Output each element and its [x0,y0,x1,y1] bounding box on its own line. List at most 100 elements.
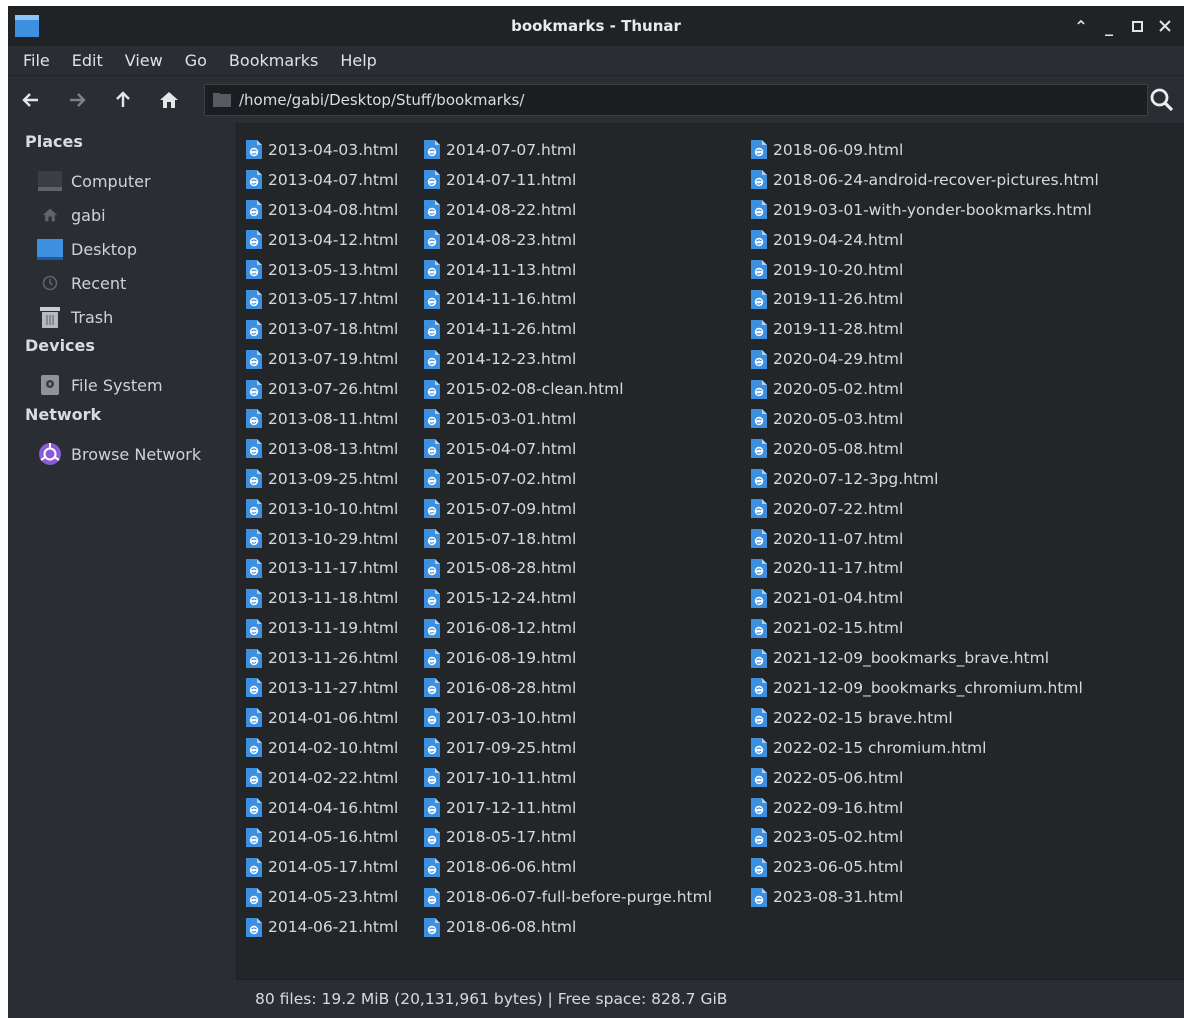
file-item[interactable]: 2013-10-10.html [246,494,398,524]
file-item[interactable]: 2018-05-17.html [424,822,712,852]
file-item[interactable]: 2022-05-06.html [751,763,1099,793]
file-item[interactable]: 2021-12-09_bookmarks_chromium.html [751,673,1099,703]
file-item[interactable]: 2015-04-07.html [424,434,712,464]
file-item[interactable]: 2013-04-08.html [246,195,398,225]
file-item[interactable]: 2019-10-20.html [751,255,1099,285]
file-item[interactable]: 2014-11-16.html [424,284,712,314]
sidebar-item-computer[interactable]: Computer [36,166,226,196]
file-item[interactable]: 2020-04-29.html [751,344,1099,374]
file-item[interactable]: 2021-01-04.html [751,583,1099,613]
file-item[interactable]: 2013-07-26.html [246,374,398,404]
file-item[interactable]: 2020-07-12-3pg.html [751,464,1099,494]
back-button[interactable] [8,80,54,120]
close-button[interactable] [1152,13,1178,39]
file-item[interactable]: 2013-05-13.html [246,255,398,285]
up-button[interactable] [100,80,146,120]
file-item[interactable]: 2018-06-08.html [424,912,712,942]
file-item[interactable]: 2020-07-22.html [751,494,1099,524]
file-item[interactable]: 2014-01-06.html [246,703,398,733]
file-item[interactable]: 2016-08-19.html [424,643,712,673]
file-item[interactable]: 2014-06-21.html [246,912,398,942]
file-item[interactable]: 2014-11-13.html [424,255,712,285]
file-item[interactable]: 2015-07-02.html [424,464,712,494]
file-item[interactable]: 2020-05-03.html [751,404,1099,434]
file-item[interactable]: 2020-11-17.html [751,553,1099,583]
file-item[interactable]: 2019-11-26.html [751,284,1099,314]
shade-button[interactable]: ⌃ [1068,13,1094,39]
file-item[interactable]: 2013-08-13.html [246,434,398,464]
file-item[interactable]: 2014-08-23.html [424,225,712,255]
sidebar-item-gabi[interactable]: gabi [36,200,226,230]
file-item[interactable]: 2014-05-23.html [246,882,398,912]
file-item[interactable]: 2018-06-07-full-before-purge.html [424,882,712,912]
file-item[interactable]: 2017-09-25.html [424,733,712,763]
file-item[interactable]: 2017-10-11.html [424,763,712,793]
file-item[interactable]: 2013-04-07.html [246,165,398,195]
file-item[interactable]: 2015-07-18.html [424,524,712,554]
file-item[interactable]: 2014-05-17.html [246,852,398,882]
file-item[interactable]: 2014-02-10.html [246,733,398,763]
sidebar-item-recent[interactable]: Recent [36,268,226,298]
location-bar[interactable]: /home/gabi/Desktop/Stuff/bookmarks/ [204,84,1148,116]
minimize-button[interactable]: _ [1096,13,1122,39]
file-item[interactable]: 2015-07-09.html [424,494,712,524]
file-item[interactable]: 2017-12-11.html [424,793,712,823]
maximize-button[interactable] [1124,13,1150,39]
file-item[interactable]: 2013-07-19.html [246,344,398,374]
file-item[interactable]: 2021-12-09_bookmarks_brave.html [751,643,1099,673]
file-item[interactable]: 2014-08-22.html [424,195,712,225]
file-item[interactable]: 2013-11-27.html [246,673,398,703]
file-item[interactable]: 2013-11-18.html [246,583,398,613]
file-item[interactable]: 2018-06-09.html [751,135,1099,165]
file-item[interactable]: 2018-06-24-android-recover-pictures.html [751,165,1099,195]
file-item[interactable]: 2019-04-24.html [751,225,1099,255]
file-item[interactable]: 2014-05-16.html [246,822,398,852]
file-item[interactable]: 2013-04-03.html [246,135,398,165]
file-item[interactable]: 2013-08-11.html [246,404,398,434]
file-item[interactable]: 2020-05-08.html [751,434,1099,464]
file-item[interactable]: 2022-02-15 brave.html [751,703,1099,733]
file-item[interactable]: 2015-03-01.html [424,404,712,434]
file-item[interactable]: 2013-10-29.html [246,524,398,554]
file-view[interactable]: 2013-04-03.html 2013-04-07.html 2013-04-08… [236,123,1184,979]
menu-view[interactable]: View [114,47,174,75]
file-item[interactable]: 2013-11-19.html [246,613,398,643]
search-button[interactable] [1146,84,1178,116]
file-item[interactable]: 2018-06-06.html [424,852,712,882]
file-item[interactable]: 2023-05-02.html [751,822,1099,852]
menu-file[interactable]: File [12,47,61,75]
file-item[interactable]: 2022-02-15 chromium.html [751,733,1099,763]
file-item[interactable]: 2014-12-23.html [424,344,712,374]
file-item[interactable]: 2013-07-18.html [246,314,398,344]
file-item[interactable]: 2015-12-24.html [424,583,712,613]
file-item[interactable]: 2014-11-26.html [424,314,712,344]
sidebar-item-file-system[interactable]: File System [36,370,226,400]
menu-bookmarks[interactable]: Bookmarks [218,47,329,75]
file-item[interactable]: 2023-06-05.html [751,852,1099,882]
title-bar[interactable]: bookmarks - Thunar ⌃ _ [8,6,1184,46]
sidebar-item-trash[interactable]: Trash [36,302,226,332]
file-item[interactable]: 2013-09-25.html [246,464,398,494]
file-item[interactable]: 2013-11-26.html [246,643,398,673]
file-item[interactable]: 2014-04-16.html [246,793,398,823]
file-item[interactable]: 2019-11-28.html [751,314,1099,344]
file-item[interactable]: 2013-05-17.html [246,284,398,314]
forward-button[interactable] [54,80,100,120]
sidebar-item-desktop[interactable]: Desktop [36,234,226,264]
file-item[interactable]: 2014-07-11.html [424,165,712,195]
file-item[interactable]: 2013-04-12.html [246,225,398,255]
sidebar-item-browse-network[interactable]: Browse Network [36,439,226,469]
file-item[interactable]: 2015-08-28.html [424,553,712,583]
home-button[interactable] [146,80,192,120]
menu-edit[interactable]: Edit [61,47,114,75]
menu-go[interactable]: Go [174,47,218,75]
file-item[interactable]: 2021-02-15.html [751,613,1099,643]
file-item[interactable]: 2019-03-01-with-yonder-bookmarks.html [751,195,1099,225]
file-item[interactable]: 2017-03-10.html [424,703,712,733]
file-item[interactable]: 2013-11-17.html [246,553,398,583]
file-item[interactable]: 2016-08-12.html [424,613,712,643]
file-item[interactable]: 2022-09-16.html [751,793,1099,823]
file-item[interactable]: 2014-02-22.html [246,763,398,793]
file-item[interactable]: 2023-08-31.html [751,882,1099,912]
file-item[interactable]: 2020-11-07.html [751,524,1099,554]
